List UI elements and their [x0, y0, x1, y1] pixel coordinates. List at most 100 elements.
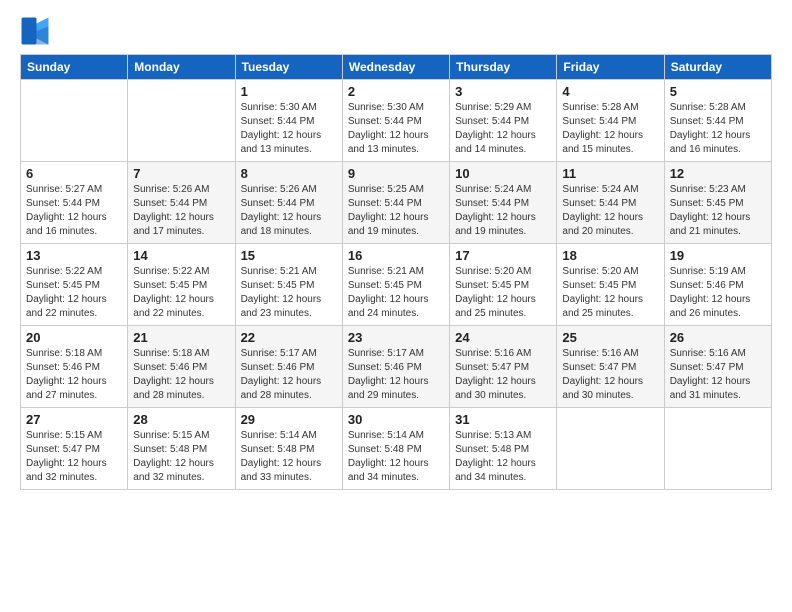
day-cell: 22Sunrise: 5:17 AM Sunset: 5:46 PM Dayli…: [235, 326, 342, 408]
header-cell-wednesday: Wednesday: [342, 55, 449, 80]
day-info: Sunrise: 5:22 AM Sunset: 5:45 PM Dayligh…: [133, 265, 229, 321]
day-cell: 1 Sunrise: 5:30 AM Sunset: 5:44 PM Daylig…: [235, 80, 342, 162]
day-cell: 31 Sunrise: 5:13 AM Sunset: 5:48 PM Dayli…: [450, 408, 557, 490]
day-cell: [664, 408, 771, 490]
week-row-2: 6Sunrise: 5:27 AM Sunset: 5:44 PM Daylig…: [21, 162, 772, 244]
day-number: 9: [348, 166, 444, 181]
day-number: 19: [670, 248, 766, 263]
day-number: 7: [133, 166, 229, 181]
week-row-4: 20 Sunrise: 5:18 AM Sunset: 5:46 PM Dayli…: [21, 326, 772, 408]
day-number: 20: [26, 330, 122, 345]
day-cell: 16 Sunrise: 5:21 AM Sunset: 5:45 PM Dayli…: [342, 244, 449, 326]
day-number: 17: [455, 248, 551, 263]
day-number: 18: [562, 248, 658, 263]
day-info: Sunrise: 5:21 AM Sunset: 5:45 PM Dayligh…: [241, 265, 337, 321]
day-cell: [128, 80, 235, 162]
day-cell: 2 Sunrise: 5:30 AM Sunset: 5:44 PM Daylig…: [342, 80, 449, 162]
day-cell: 21 Sunrise: 5:18 AM Sunset: 5:46 PM Dayli…: [128, 326, 235, 408]
day-number: 1: [241, 84, 337, 99]
day-number: 4: [562, 84, 658, 99]
day-info: Sunrise: 5:18 AM Sunset: 5:46 PM Dayligh…: [133, 347, 229, 403]
day-info: Sunrise: 5:17 AM Sunset: 5:46 PM Dayligh…: [348, 347, 444, 403]
day-info: Sunrise: 5:13 AM Sunset: 5:48 PM Dayligh…: [455, 429, 551, 485]
day-cell: 28 Sunrise: 5:15 AM Sunset: 5:48 PM Dayli…: [128, 408, 235, 490]
header-cell-sunday: Sunday: [21, 55, 128, 80]
day-number: 24: [455, 330, 551, 345]
day-info: Sunrise: 5:16 AM Sunset: 5:47 PM Dayligh…: [670, 347, 766, 403]
header-cell-tuesday: Tuesday: [235, 55, 342, 80]
day-info: Sunrise: 5:30 AM Sunset: 5:44 PM Dayligh…: [348, 101, 444, 157]
day-info: Sunrise: 5:23 AM Sunset: 5:45 PM Dayligh…: [670, 183, 766, 239]
day-cell: 27 Sunrise: 5:15 AM Sunset: 5:47 PM Dayli…: [21, 408, 128, 490]
header-cell-monday: Monday: [128, 55, 235, 80]
day-number: 2: [348, 84, 444, 99]
day-number: 25: [562, 330, 658, 345]
day-cell: 29Sunrise: 5:14 AM Sunset: 5:48 PM Dayli…: [235, 408, 342, 490]
day-info: Sunrise: 5:24 AM Sunset: 5:44 PM Dayligh…: [455, 183, 551, 239]
day-number: 26: [670, 330, 766, 345]
day-number: 14: [133, 248, 229, 263]
week-row-1: 1 Sunrise: 5:30 AM Sunset: 5:44 PM Daylig…: [21, 80, 772, 162]
calendar-header: SundayMondayTuesdayWednesdayThursdayFrid…: [21, 55, 772, 80]
day-info: Sunrise: 5:28 AM Sunset: 5:44 PM Dayligh…: [562, 101, 658, 157]
day-info: Sunrise: 5:16 AM Sunset: 5:47 PM Dayligh…: [455, 347, 551, 403]
calendar-body: 1 Sunrise: 5:30 AM Sunset: 5:44 PM Daylig…: [21, 80, 772, 490]
day-cell: 7 Sunrise: 5:26 AM Sunset: 5:44 PM Daylig…: [128, 162, 235, 244]
day-number: 15: [241, 248, 337, 263]
header-cell-saturday: Saturday: [664, 55, 771, 80]
day-info: Sunrise: 5:29 AM Sunset: 5:44 PM Dayligh…: [455, 101, 551, 157]
day-cell: [21, 80, 128, 162]
day-number: 6: [26, 166, 122, 181]
day-info: Sunrise: 5:15 AM Sunset: 5:48 PM Dayligh…: [133, 429, 229, 485]
week-row-5: 27 Sunrise: 5:15 AM Sunset: 5:47 PM Dayli…: [21, 408, 772, 490]
day-cell: 20 Sunrise: 5:18 AM Sunset: 5:46 PM Dayli…: [21, 326, 128, 408]
day-info: Sunrise: 5:28 AM Sunset: 5:44 PM Dayligh…: [670, 101, 766, 157]
day-number: 11: [562, 166, 658, 181]
day-cell: 15 Sunrise: 5:21 AM Sunset: 5:45 PM Dayli…: [235, 244, 342, 326]
day-info: Sunrise: 5:22 AM Sunset: 5:45 PM Dayligh…: [26, 265, 122, 321]
day-cell: 23 Sunrise: 5:17 AM Sunset: 5:46 PM Dayli…: [342, 326, 449, 408]
day-cell: 4 Sunrise: 5:28 AM Sunset: 5:44 PM Daylig…: [557, 80, 664, 162]
day-number: 16: [348, 248, 444, 263]
day-cell: 9 Sunrise: 5:25 AM Sunset: 5:44 PM Daylig…: [342, 162, 449, 244]
page: SundayMondayTuesdayWednesdayThursdayFrid…: [0, 0, 792, 612]
day-info: Sunrise: 5:15 AM Sunset: 5:47 PM Dayligh…: [26, 429, 122, 485]
day-cell: 25 Sunrise: 5:16 AM Sunset: 5:47 PM Dayli…: [557, 326, 664, 408]
week-row-3: 13Sunrise: 5:22 AM Sunset: 5:45 PM Dayli…: [21, 244, 772, 326]
day-cell: 12 Sunrise: 5:23 AM Sunset: 5:45 PM Dayli…: [664, 162, 771, 244]
day-info: Sunrise: 5:25 AM Sunset: 5:44 PM Dayligh…: [348, 183, 444, 239]
day-number: 12: [670, 166, 766, 181]
day-number: 23: [348, 330, 444, 345]
day-info: Sunrise: 5:26 AM Sunset: 5:44 PM Dayligh…: [133, 183, 229, 239]
day-info: Sunrise: 5:24 AM Sunset: 5:44 PM Dayligh…: [562, 183, 658, 239]
header-cell-friday: Friday: [557, 55, 664, 80]
day-number: 29: [241, 412, 337, 427]
day-info: Sunrise: 5:17 AM Sunset: 5:46 PM Dayligh…: [241, 347, 337, 403]
day-cell: 8Sunrise: 5:26 AM Sunset: 5:44 PM Daylig…: [235, 162, 342, 244]
logo: [20, 16, 56, 46]
day-info: Sunrise: 5:19 AM Sunset: 5:46 PM Dayligh…: [670, 265, 766, 321]
day-cell: 24 Sunrise: 5:16 AM Sunset: 5:47 PM Dayli…: [450, 326, 557, 408]
day-cell: 26 Sunrise: 5:16 AM Sunset: 5:47 PM Dayli…: [664, 326, 771, 408]
day-cell: 14 Sunrise: 5:22 AM Sunset: 5:45 PM Dayli…: [128, 244, 235, 326]
header-cell-thursday: Thursday: [450, 55, 557, 80]
day-info: Sunrise: 5:21 AM Sunset: 5:45 PM Dayligh…: [348, 265, 444, 321]
day-number: 28: [133, 412, 229, 427]
day-cell: 18Sunrise: 5:20 AM Sunset: 5:45 PM Dayli…: [557, 244, 664, 326]
day-info: Sunrise: 5:26 AM Sunset: 5:44 PM Dayligh…: [241, 183, 337, 239]
day-number: 31: [455, 412, 551, 427]
day-number: 21: [133, 330, 229, 345]
logo-icon: [20, 16, 50, 46]
day-info: Sunrise: 5:30 AM Sunset: 5:44 PM Dayligh…: [241, 101, 337, 157]
header-row: SundayMondayTuesdayWednesdayThursdayFrid…: [21, 55, 772, 80]
day-cell: 11 Sunrise: 5:24 AM Sunset: 5:44 PM Dayli…: [557, 162, 664, 244]
day-number: 10: [455, 166, 551, 181]
day-info: Sunrise: 5:18 AM Sunset: 5:46 PM Dayligh…: [26, 347, 122, 403]
day-cell: 10 Sunrise: 5:24 AM Sunset: 5:44 PM Dayli…: [450, 162, 557, 244]
day-cell: [557, 408, 664, 490]
day-cell: 30Sunrise: 5:14 AM Sunset: 5:48 PM Dayli…: [342, 408, 449, 490]
day-number: 27: [26, 412, 122, 427]
header: [20, 16, 772, 46]
day-info: Sunrise: 5:16 AM Sunset: 5:47 PM Dayligh…: [562, 347, 658, 403]
day-cell: 6Sunrise: 5:27 AM Sunset: 5:44 PM Daylig…: [21, 162, 128, 244]
